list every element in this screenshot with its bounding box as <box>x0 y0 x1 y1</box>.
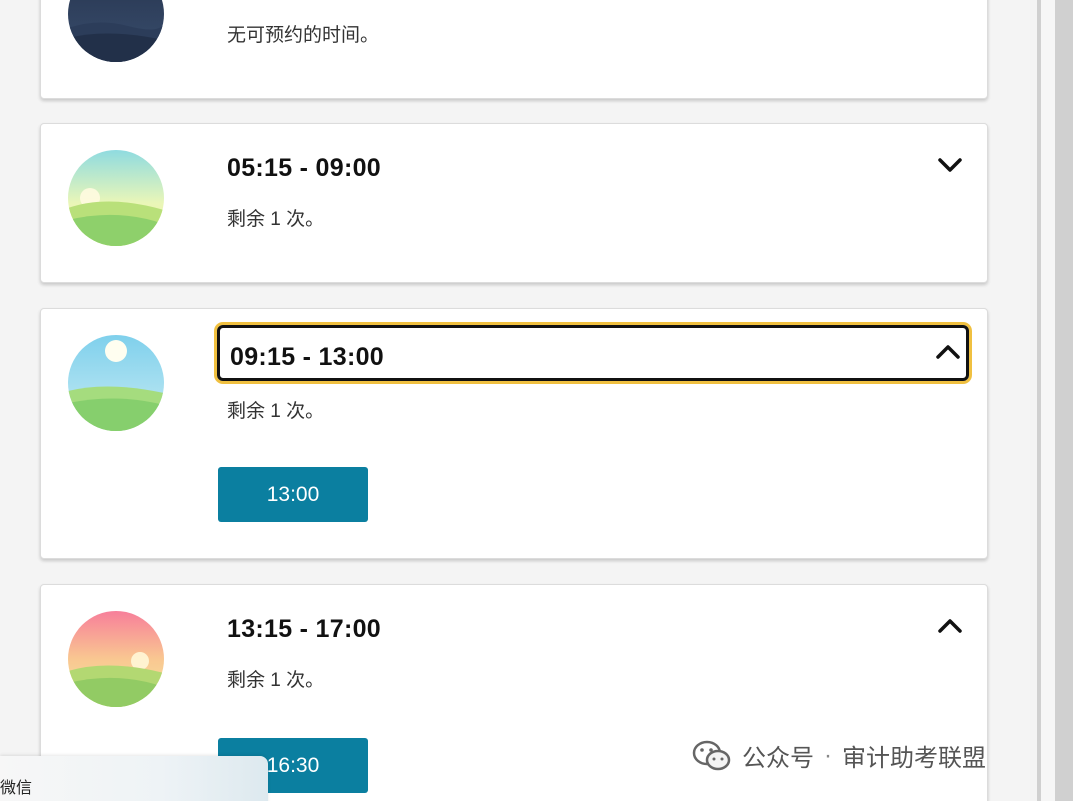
time-option-button[interactable]: 13:00 <box>218 467 368 522</box>
chevron-down-icon[interactable] <box>937 156 963 174</box>
scrollbar-thumb[interactable] <box>1037 0 1073 801</box>
slot-card-night: 无可预约的时间。 <box>40 0 988 99</box>
scrollbar-track[interactable] <box>1037 0 1073 801</box>
slot-status-text: 无可预约的时间。 <box>227 25 380 46</box>
morning-scene-icon <box>68 150 164 246</box>
slot-remaining-text: 剩余 1 次。 <box>227 209 325 230</box>
slot-remaining-text: 剩余 1 次。 <box>227 401 325 422</box>
wechat-popup[interactable]: 微信 <box>0 756 268 801</box>
watermark-name: 审计助考联盟 <box>842 745 986 772</box>
slot-time-range: 05:15 - 09:00 <box>227 154 381 182</box>
chevron-up-icon[interactable] <box>937 617 963 635</box>
chevron-up-icon[interactable] <box>935 343 961 361</box>
watermark-prefix: 公众号 <box>742 745 814 772</box>
sunset-scene-icon <box>68 611 164 707</box>
wechat-label: 微信 <box>0 780 33 797</box>
midday-scene-icon <box>68 335 164 431</box>
slot-card-morning[interactable]: 05:15 - 09:00 剩余 1 次。 <box>40 123 988 283</box>
watermark: 公众号 · 审计助考联盟 <box>692 738 986 773</box>
slot-time-range: 13:15 - 17:00 <box>227 615 381 643</box>
slot-time-range: 09:15 - 13:00 <box>230 343 384 371</box>
booking-page: 无可预约的时间。 05:15 - 09:00 剩余 1 次。 09:15 - 1… <box>0 0 1073 801</box>
slot-card-midday[interactable]: 09:15 - 13:00 剩余 1 次。 13:00 <box>40 308 988 559</box>
night-scene-icon <box>68 0 164 62</box>
slot-remaining-text: 剩余 1 次。 <box>227 670 325 691</box>
wechat-logo-icon <box>692 740 731 770</box>
watermark-separator-icon: · <box>824 741 832 769</box>
